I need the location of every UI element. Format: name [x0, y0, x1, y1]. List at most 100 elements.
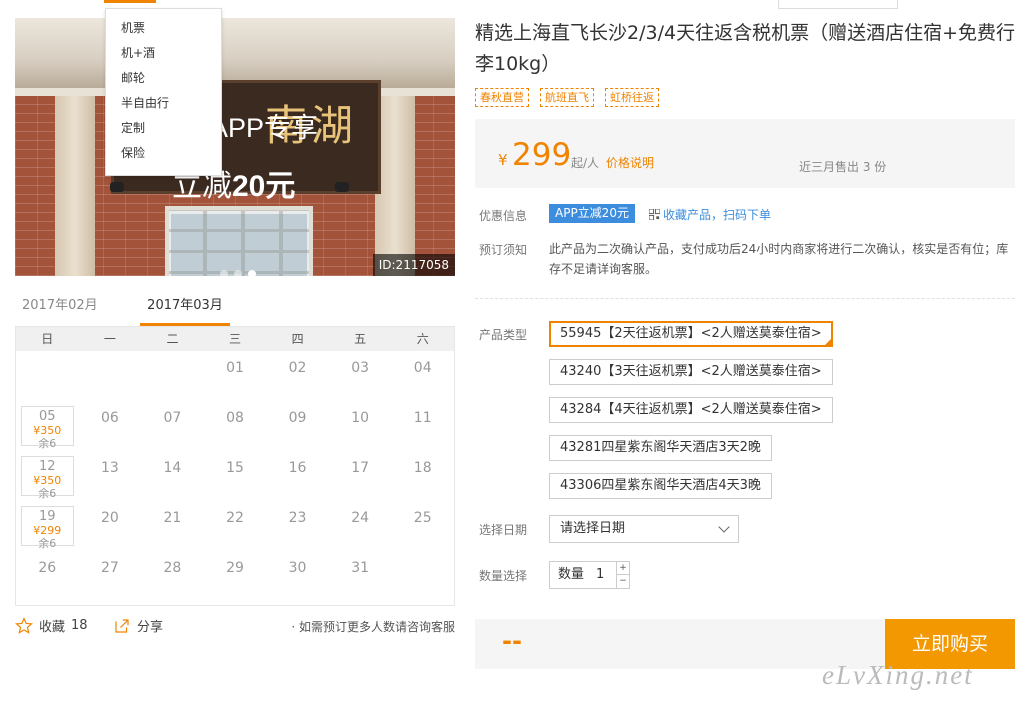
calendar-day-empty: [141, 351, 204, 401]
day-number: 09: [288, 410, 307, 426]
price-unit: 起/人: [571, 156, 600, 170]
lamp-left: [110, 182, 124, 192]
calendar-day: 21: [141, 501, 204, 551]
notice-label: 预订须知: [479, 243, 528, 257]
qr-order-link[interactable]: 收藏产品，扫码下单: [649, 206, 771, 223]
menu-item-flight[interactable]: 机票: [106, 18, 221, 43]
window-glass: [171, 214, 307, 276]
sold-count: 近三月售出 3 份: [799, 160, 887, 174]
calendar-day: 10: [329, 401, 392, 451]
calendar-day: 27: [79, 551, 142, 601]
pillar-left: [55, 96, 95, 276]
booking-notice: 此产品为二次确认产品，支付成功后24小时内商家将进行二次确认，核实是否有位；库存…: [549, 242, 1009, 276]
day-price: ¥299: [33, 524, 62, 537]
date-select[interactable]: 请选择日期: [549, 515, 739, 543]
day-number: 19: [39, 509, 56, 524]
nav-dropdown-edge: [778, 0, 898, 9]
tab-prev-month[interactable]: 2017年02月: [22, 292, 98, 324]
product-tags: 春秋直营 航班直飞 虹桥往返: [475, 88, 659, 107]
day-number: 20: [100, 510, 119, 526]
discount-label: 优惠信息: [479, 209, 528, 223]
menu-item-insurance[interactable]: 保险: [106, 143, 221, 168]
quantity-inner-label: 数量: [558, 567, 585, 582]
left-footer: 收藏 18 分享 · 如需预订更多人数请咨询客服: [15, 616, 455, 638]
day-number: 01: [226, 360, 244, 376]
day-number: 18: [413, 460, 432, 476]
calendar-day: 26: [16, 551, 79, 601]
day-number: 30: [288, 560, 307, 576]
calendar-day-empty: [79, 351, 142, 401]
calendar-day: 13: [79, 451, 142, 501]
day-number: 26: [38, 560, 57, 576]
quantity-value[interactable]: 1: [596, 562, 604, 588]
menu-item-flight-hotel[interactable]: 机+酒: [106, 43, 221, 68]
quantity-decrease-button[interactable]: −: [616, 575, 629, 588]
product-option[interactable]: 43306四星紫东阁华天酒店4天3晚: [549, 473, 772, 499]
option-label: 43306四星紫东阁华天酒店4天3晚: [560, 478, 761, 493]
menu-item-cruise[interactable]: 邮轮: [106, 68, 221, 93]
product-option-selected[interactable]: 55945【2天往返机票】<2人赠送莫泰住宿>: [549, 321, 833, 347]
price-calendar: 日 一 二 三 四 五 六 01 02 03 04 05 ¥350 余6 06 07 08 09 10…: [15, 326, 455, 606]
tag-label: 航班直飞: [540, 88, 594, 107]
share-label: 分享: [137, 620, 164, 635]
calendar-day: 01: [204, 351, 267, 401]
option-label: 43240【3天往返机票】<2人赠送莫泰住宿>: [560, 364, 822, 379]
menu-item-custom[interactable]: 定制: [106, 118, 221, 143]
day-number: 08: [226, 410, 244, 426]
day-number: 11: [413, 410, 432, 426]
day-number: 27: [100, 560, 119, 576]
calendar-day: 16: [266, 451, 329, 501]
calendar-day-available[interactable]: 12 ¥350 余6: [21, 456, 74, 500]
calendar-day: 30: [266, 551, 329, 601]
section-divider: [475, 298, 1015, 299]
day-number: 25: [413, 510, 432, 526]
product-option[interactable]: 43284【4天往返机票】<2人赠送莫泰住宿>: [549, 397, 833, 423]
day-remaining: 余6: [38, 537, 57, 550]
calendar-day-available[interactable]: 19 ¥299 余6: [21, 506, 74, 550]
day-number: 21: [163, 510, 182, 526]
calendar-day: 11: [391, 401, 454, 451]
carousel-dot-active[interactable]: [248, 270, 256, 276]
day-number: 02: [288, 360, 307, 376]
calendar-weekday-header: 日 一 二 三 四 五 六: [16, 327, 454, 351]
day-number: 07: [163, 410, 182, 426]
watermark-logo: eLvXing.net: [822, 660, 974, 690]
weekday-fri: 五: [354, 332, 367, 346]
day-number: 29: [226, 560, 244, 576]
day-price: ¥350: [33, 474, 62, 487]
calendar-day: 14: [141, 451, 204, 501]
app-discount-badge: APP立减20元: [549, 204, 635, 223]
calendar-day: 29: [204, 551, 267, 601]
day-number: 31: [351, 560, 370, 576]
tag-label: 春秋直营: [475, 88, 529, 107]
product-id-tag: ID:2117058: [372, 254, 455, 276]
option-label: 55945【2天往返机票】<2人赠送莫泰住宿>: [560, 326, 822, 341]
product-option[interactable]: 43240【3天往返机票】<2人赠送莫泰住宿>: [549, 359, 833, 385]
selected-corner-icon: [822, 337, 833, 347]
day-number: 12: [39, 459, 56, 474]
favorite-button[interactable]: 收藏 18: [15, 616, 88, 635]
category-dropdown-menu: 机票 机+酒 邮轮 半自由行 定制 保险: [105, 8, 222, 176]
product-option[interactable]: 43281四星紫东阁华天酒店3天2晚: [549, 435, 772, 461]
tab-current-month[interactable]: 2017年03月: [140, 292, 230, 324]
carousel-dot[interactable]: [220, 270, 228, 276]
share-button[interactable]: 分享: [113, 616, 163, 635]
share-icon: [115, 618, 129, 633]
quantity-increase-button[interactable]: +: [616, 562, 629, 575]
calendar-day-available[interactable]: 05 ¥350 余6: [21, 406, 74, 450]
weekday-thu: 四: [291, 332, 304, 346]
favorite-count: 18: [71, 618, 88, 633]
day-remaining: 余6: [38, 487, 57, 500]
price-explanation-link[interactable]: 价格说明: [606, 154, 654, 171]
day-number: 28: [163, 560, 182, 576]
tag-label: 虹桥往返: [605, 88, 659, 107]
calendar-day: 22: [204, 501, 267, 551]
carousel-dots: [220, 270, 256, 276]
day-price: ¥350: [33, 424, 62, 437]
weekday-sat: 六: [416, 332, 429, 346]
menu-item-semi-independent[interactable]: 半自由行: [106, 93, 221, 118]
carousel-dot[interactable]: [234, 270, 242, 276]
day-number: 23: [288, 510, 307, 526]
calendar-day: 15: [204, 451, 267, 501]
product-image-carousel[interactable]: 南湖 APP专享 立减20元 ID:2117058: [15, 18, 455, 276]
